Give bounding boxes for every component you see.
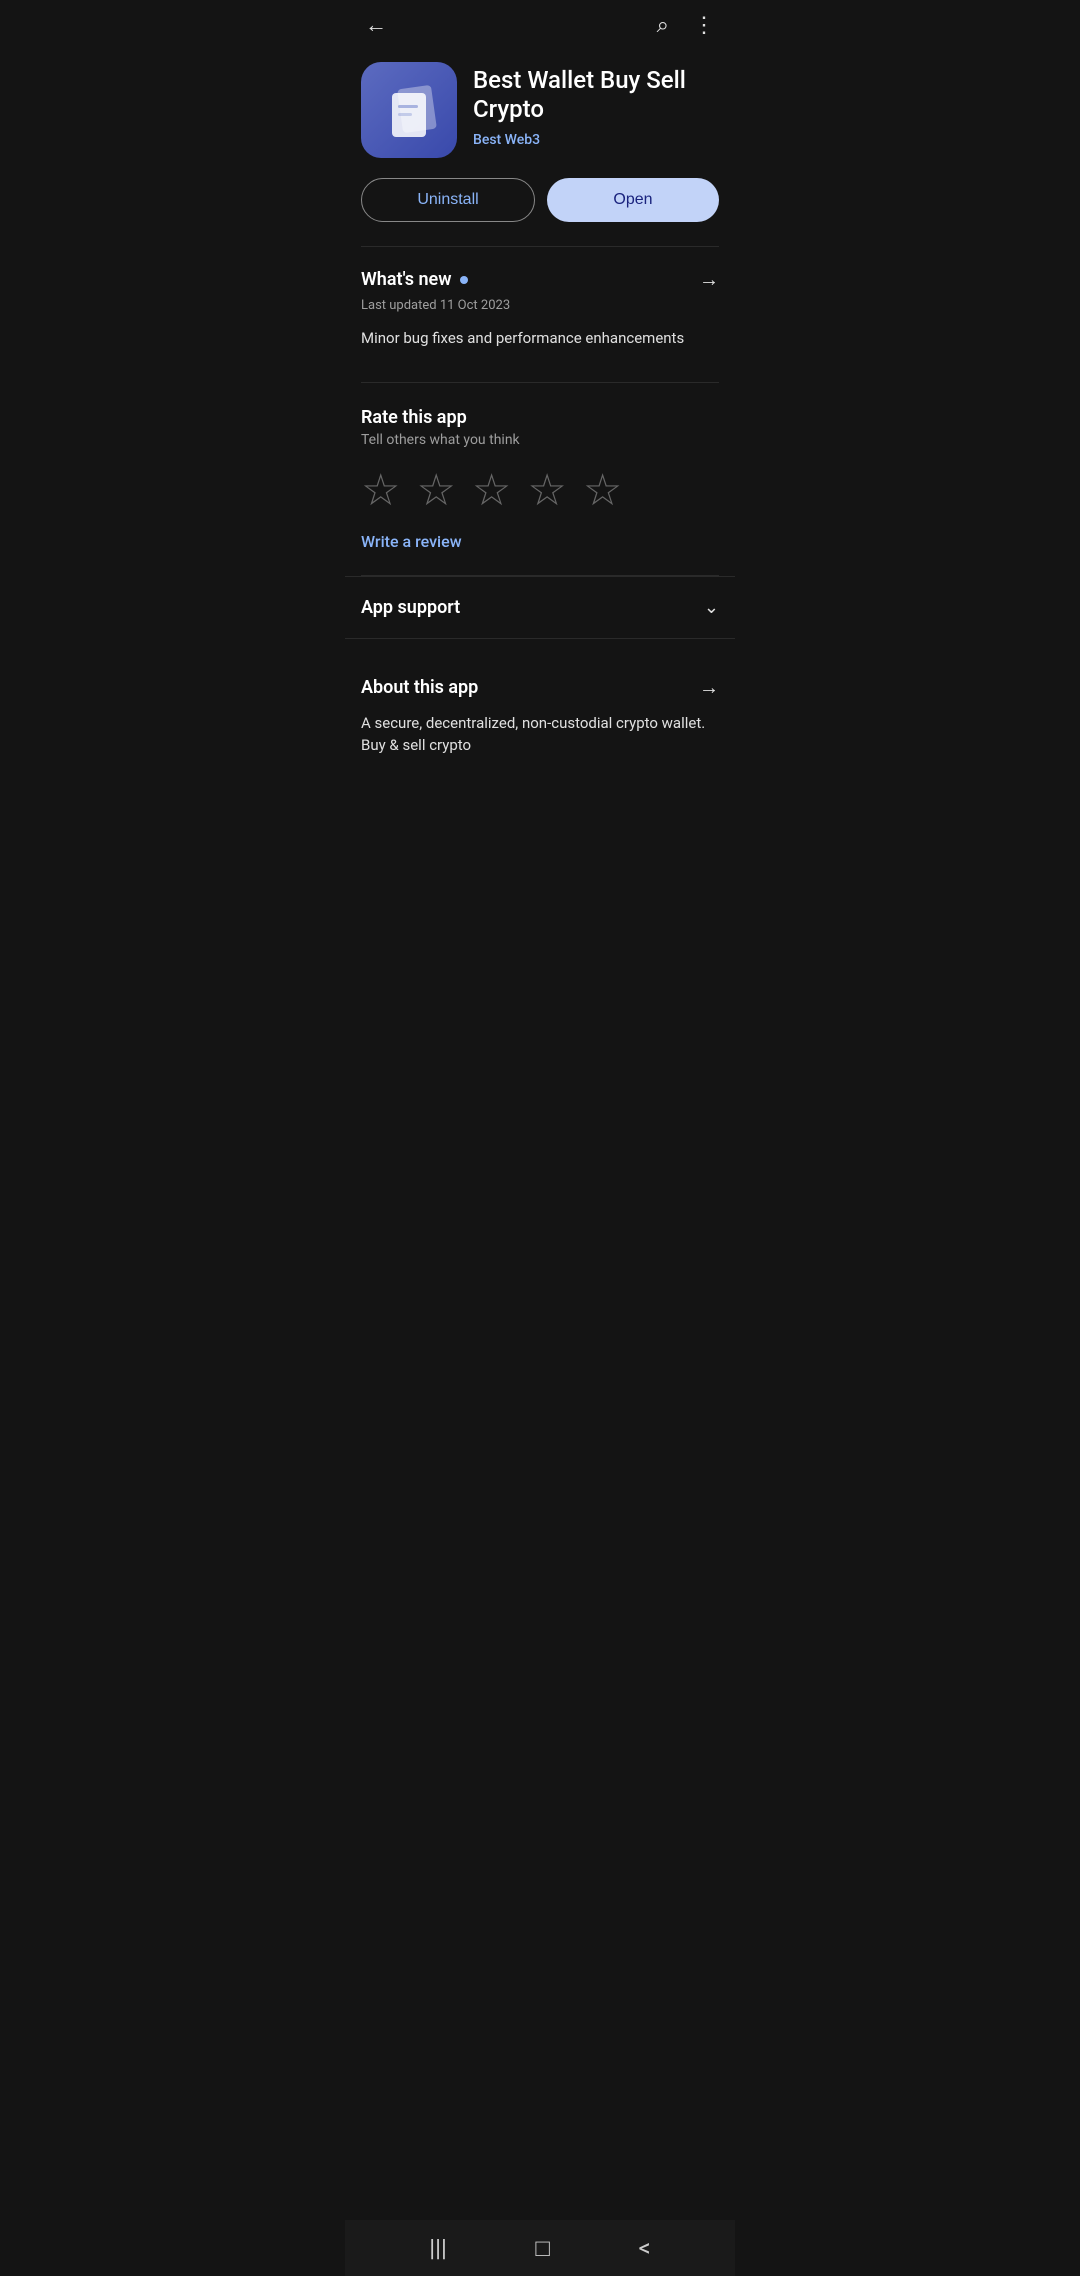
nav-right-icons: ⌕ ⋮ — [653, 9, 719, 42]
star-5[interactable]: ☆ — [583, 468, 622, 512]
bottom-navigation: ||| □ < — [345, 2220, 735, 2276]
new-indicator-dot — [460, 276, 468, 284]
action-buttons: Uninstall Open — [345, 178, 735, 246]
update-date: Last updated 11 Oct 2023 — [361, 298, 719, 313]
about-app-section: About this app → A secure, decentralized… — [345, 655, 735, 777]
app-support-section[interactable]: App support ⌄ — [345, 576, 735, 639]
app-header: Best Wallet Buy Sell Crypto Best Web3 — [345, 54, 735, 178]
app-info: Best Wallet Buy Sell Crypto Best Web3 — [473, 62, 719, 148]
whats-new-title: What's new — [361, 269, 452, 290]
whats-new-header: What's new → — [361, 267, 719, 292]
star-2[interactable]: ☆ — [416, 468, 455, 512]
app-logo-svg — [374, 75, 444, 145]
home-button[interactable]: □ — [535, 2234, 550, 2263]
stars-row: ☆ ☆ ☆ ☆ ☆ — [361, 468, 719, 512]
rate-title: Rate this app — [361, 407, 719, 428]
rate-app-section: Rate this app Tell others what you think… — [345, 383, 735, 575]
app-title: Best Wallet Buy Sell Crypto — [473, 66, 719, 124]
rate-subtitle: Tell others what you think — [361, 432, 719, 448]
app-support-chevron-icon: ⌄ — [704, 597, 719, 618]
about-app-description: A secure, decentralized, non-custodial c… — [361, 712, 719, 757]
app-developer[interactable]: Best Web3 — [473, 132, 719, 148]
app-support-title: App support — [361, 597, 460, 618]
star-1[interactable]: ☆ — [361, 468, 400, 512]
recents-button[interactable]: ||| — [429, 2234, 447, 2262]
about-app-title: About this app — [361, 677, 478, 698]
write-review-link[interactable]: Write a review — [361, 532, 462, 551]
star-3[interactable]: ☆ — [472, 468, 511, 512]
about-app-arrow-icon[interactable]: → — [699, 675, 719, 700]
whats-new-arrow-icon[interactable]: → — [699, 267, 719, 292]
star-4[interactable]: ☆ — [527, 468, 566, 512]
search-icon[interactable]: ⌕ — [653, 9, 673, 42]
back-gesture-button[interactable]: < — [638, 2234, 650, 2262]
whats-new-title-row: What's new — [361, 269, 468, 290]
spacer-1 — [345, 366, 735, 382]
app-icon — [361, 62, 457, 158]
uninstall-button[interactable]: Uninstall — [361, 178, 535, 222]
more-options-icon[interactable]: ⋮ — [689, 9, 719, 42]
spacer-2 — [345, 639, 735, 655]
whats-new-section: What's new → Last updated 11 Oct 2023 Mi… — [345, 247, 735, 366]
about-app-header: About this app → — [361, 675, 719, 700]
update-description: Minor bug fixes and performance enhancem… — [361, 327, 719, 350]
top-navigation: ← ⌕ ⋮ — [345, 0, 735, 54]
back-button[interactable]: ← — [361, 8, 391, 42]
open-button[interactable]: Open — [547, 178, 719, 222]
